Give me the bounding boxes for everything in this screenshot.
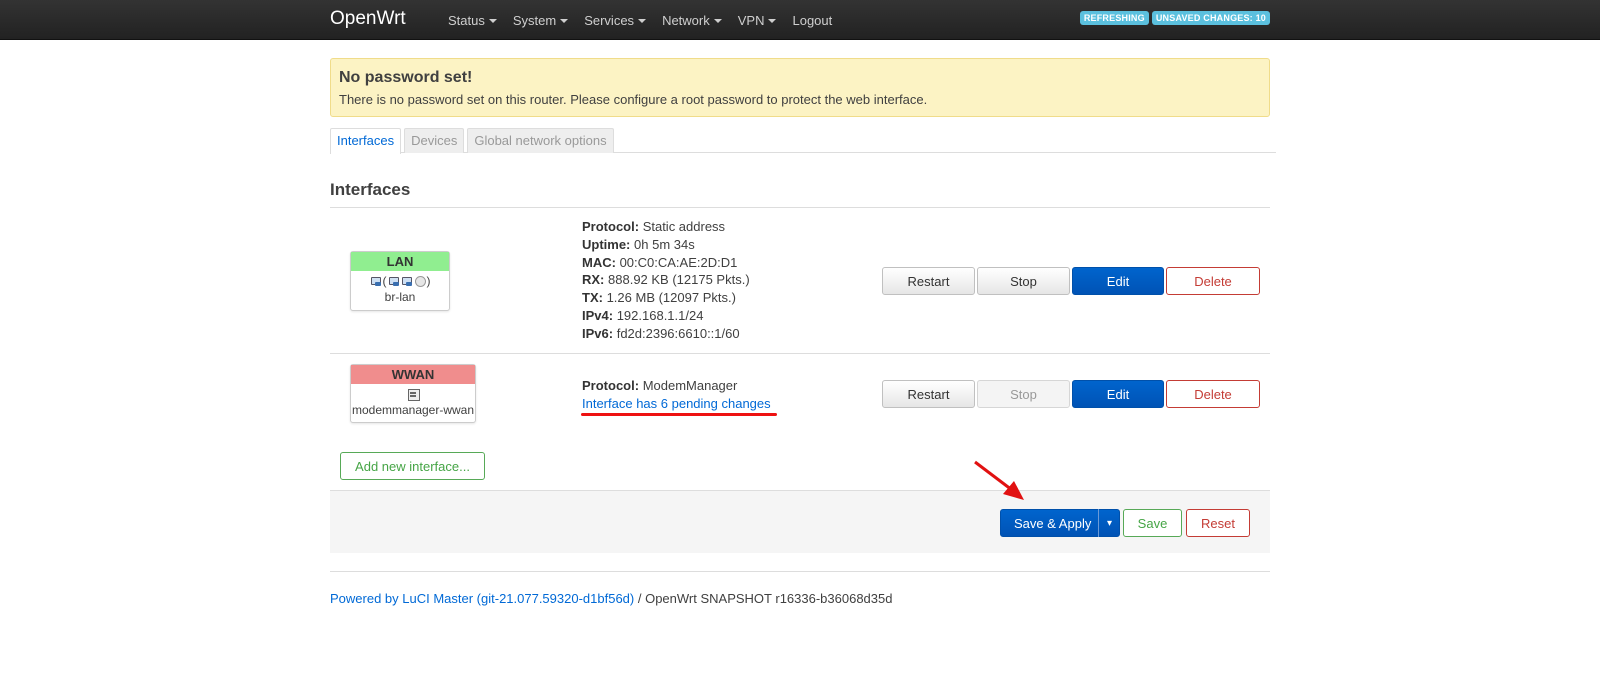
footer: Powered by LuCI Master (git-21.077.59320… — [330, 591, 892, 606]
caret-down-icon — [638, 18, 647, 23]
modem-icon — [407, 388, 420, 401]
wwan-name: WWAN — [351, 365, 475, 384]
caret-down-icon — [560, 18, 569, 23]
brand-logo[interactable]: OpenWrt — [330, 8, 406, 30]
tab-interfaces[interactable]: Interfaces — [330, 128, 402, 154]
wwan-delete-button[interactable]: Delete — [1166, 380, 1260, 408]
wwan-restart-button[interactable]: Restart — [882, 380, 975, 408]
ethernet-bridge-icon — [370, 275, 382, 287]
reset-button[interactable]: Reset — [1186, 509, 1250, 537]
lan-stop-button[interactable]: Stop — [977, 267, 1070, 295]
lan-edit-button[interactable]: Edit — [1072, 267, 1164, 295]
lan-delete-button[interactable]: Delete — [1166, 267, 1260, 295]
label: IPv6: — [582, 325, 614, 341]
save-apply-label: Save & Apply — [1014, 515, 1092, 531]
alert-title: No password set! — [339, 69, 473, 86]
lan-protocol: Protocol: Static address — [582, 218, 750, 236]
lan-ipv6: IPv6: fd2d:2396:6610::1/60 — [582, 325, 750, 343]
refreshing-badge[interactable]: REFRESHING — [1079, 11, 1149, 25]
value: Static address — [642, 219, 726, 234]
wwan-edit-button[interactable]: Edit — [1072, 380, 1164, 408]
save-button[interactable]: Save — [1123, 509, 1182, 537]
wireless-icon — [414, 275, 426, 287]
menu-logout[interactable]: Logout — [784, 0, 840, 40]
wwan-details: Protocol: ModemManager Interface has 6 p… — [582, 377, 771, 413]
wwan-pending-changes-link[interactable]: Interface has 6 pending changes — [582, 395, 771, 413]
value: 1.26 MB (12097 Pkts.) — [606, 290, 736, 306]
arrow-shaft — [974, 460, 1013, 492]
menu-services[interactable]: Services — [576, 0, 654, 40]
pending-changes-text: Interface has 6 pending changes — [582, 395, 771, 411]
menu-network-label: Network — [662, 12, 710, 28]
alert-message: There is no password set on this router.… — [339, 92, 928, 107]
caret-down-icon — [713, 18, 722, 23]
value: 888.92 KB (12175 Pkts.) — [608, 272, 750, 288]
caret-down-icon — [768, 18, 777, 23]
lan-device-name: br-lan — [384, 290, 416, 304]
label: Protocol: — [582, 378, 640, 393]
wwan-device-name: modemmanager-wwan — [351, 403, 475, 417]
status-badges: REFRESHING UNSAVED CHANGES: 10 — [1079, 11, 1270, 25]
wwan-device-icons — [351, 385, 475, 403]
menu-network[interactable]: Network — [654, 0, 730, 40]
lan-name: LAN — [351, 252, 449, 271]
lan-details: Protocol: Static address Uptime: 0h 5m 3… — [582, 218, 750, 343]
ethernet-port-icon — [401, 275, 413, 287]
divider — [330, 571, 1270, 572]
ethernet-port-icon — [388, 275, 400, 287]
divider — [330, 353, 1270, 354]
value: 192.168.1.1/24 — [616, 307, 704, 323]
paren-close: ) — [426, 274, 431, 288]
page-title: Interfaces — [330, 180, 411, 199]
lan-restart-button[interactable]: Restart — [882, 267, 975, 295]
menu-status[interactable]: Status — [440, 0, 505, 40]
lan-device-icons: ( ) — [351, 272, 449, 290]
value: 0h 5m 34s — [634, 236, 695, 252]
menu-services-label: Services — [584, 12, 635, 28]
divider — [330, 207, 1270, 208]
save-apply-dropdown-icon[interactable]: ▾ — [1098, 509, 1120, 537]
wwan-interface-badge: WWAN modemmanager-wwan — [350, 364, 476, 423]
wwan-stop-button[interactable]: Stop — [977, 380, 1070, 408]
menu-vpn[interactable]: VPN — [730, 0, 785, 40]
label: RX: — [582, 272, 605, 288]
menu-logout-label: Logout — [792, 12, 833, 28]
menu-system-label: System — [512, 12, 557, 28]
tab-devices[interactable]: Devices — [404, 128, 465, 153]
label: IPv4: — [582, 307, 614, 323]
paren-open: ( — [382, 274, 387, 288]
menu-system[interactable]: System — [505, 0, 576, 40]
wwan-protocol: Protocol: ModemManager — [582, 377, 771, 395]
lan-tx: TX: 1.26 MB (12097 Pkts.) — [582, 289, 750, 307]
top-navbar: OpenWrt Status System Services Network V… — [0, 0, 1600, 40]
menu-vpn-label: VPN — [737, 12, 765, 28]
main-menu: Status System Services Network VPN Logou… — [440, 0, 840, 40]
value: ModemManager — [642, 378, 738, 393]
value: fd2d:2396:6610::1/60 — [616, 325, 740, 341]
add-new-interface-button[interactable]: Add new interface... — [340, 452, 485, 480]
lan-rx: RX: 888.92 KB (12175 Pkts.) — [582, 271, 750, 289]
lan-mac: MAC: 00:C0:CA:AE:2D:D1 — [582, 254, 750, 272]
red-underline-annotation — [581, 413, 777, 416]
label: MAC: — [582, 254, 616, 270]
lan-uptime: Uptime: 0h 5m 34s — [582, 236, 750, 254]
unsaved-changes-badge[interactable]: UNSAVED CHANGES: 10 — [1151, 11, 1270, 25]
network-tabs: Interfaces Devices Global network option… — [330, 128, 1276, 154]
label: TX: — [582, 290, 603, 306]
footer-version: / OpenWrt SNAPSHOT r16336-b36068d35d — [634, 591, 893, 606]
menu-status-label: Status — [448, 12, 485, 28]
luci-link[interactable]: Powered by LuCI Master (git-21.077.59320… — [330, 591, 634, 606]
lan-interface-badge: LAN ( ) br-lan — [350, 251, 450, 311]
tab-global-network-options[interactable]: Global network options — [467, 128, 614, 153]
no-password-alert: No password set! There is no password se… — [330, 58, 1270, 117]
label: Protocol: — [582, 219, 640, 234]
value: 00:C0:CA:AE:2D:D1 — [619, 254, 738, 270]
caret-down-icon — [488, 18, 497, 23]
lan-ipv4: IPv4: 192.168.1.1/24 — [582, 307, 750, 325]
label: Uptime: — [582, 236, 631, 252]
